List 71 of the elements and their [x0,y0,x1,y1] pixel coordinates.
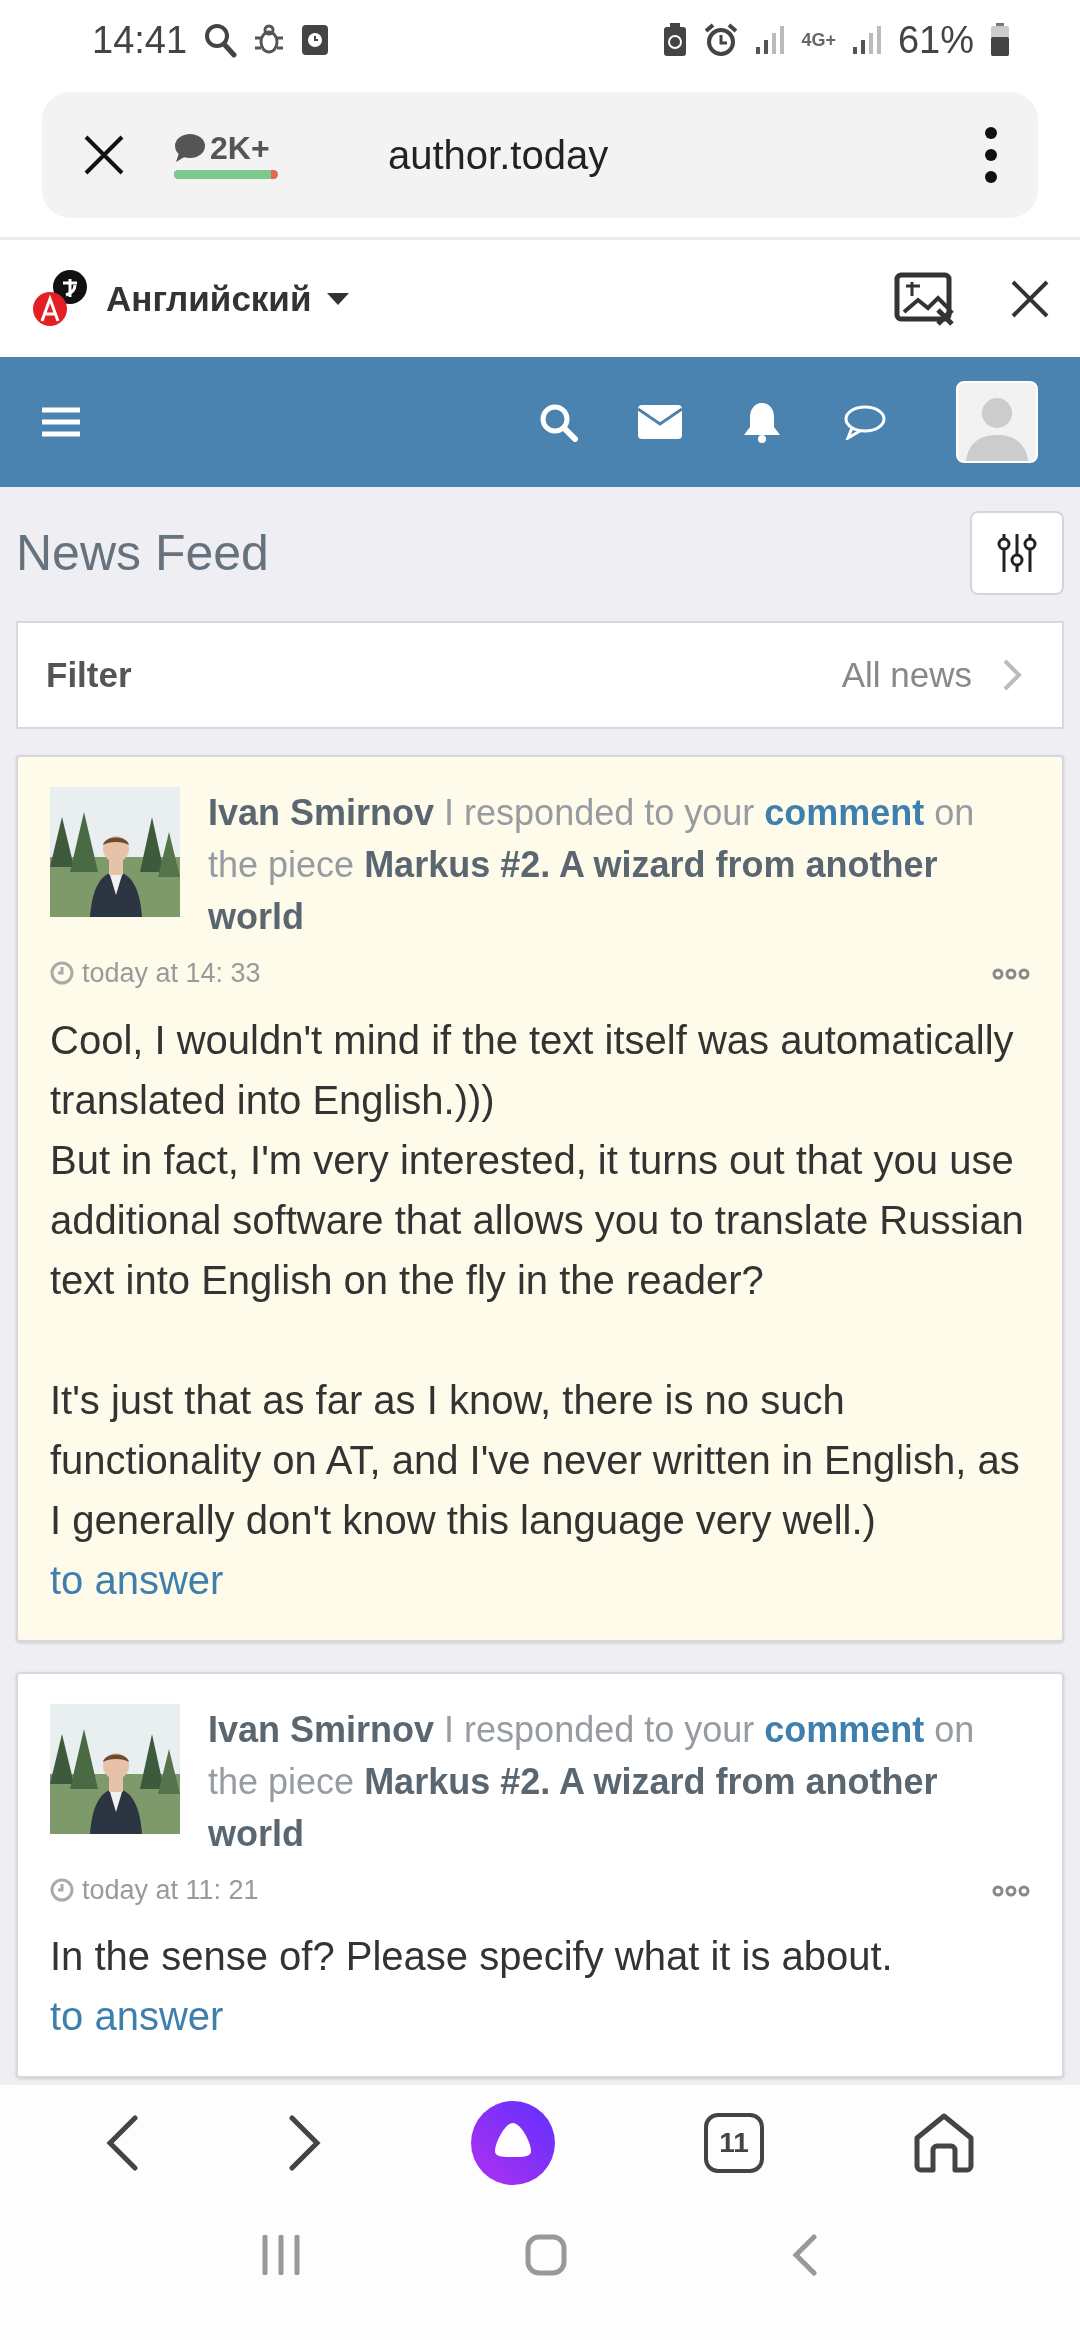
close-button[interactable] [1010,278,1050,319]
chat-bubble-icon [842,404,886,440]
network-type: 4G+ [801,28,836,52]
close-icon [82,133,126,177]
page-title: News Feed [16,523,269,583]
envelope-icon [638,405,682,439]
chevron-right-icon [1002,658,1022,692]
image-translate-off-icon [894,271,956,326]
menu-icon [42,407,80,437]
kebab-icon [984,126,998,184]
comment-link[interactable]: comment [764,792,925,833]
search-button[interactable] [538,402,578,442]
caret-icon [327,292,350,305]
signal-icon [851,25,882,55]
sliders-icon [997,532,1037,574]
clock-app-icon [301,24,330,56]
comment-link[interactable]: comment [764,1708,925,1750]
post-time: today at 14: 33 [82,957,261,990]
assistant-button[interactable] [470,2100,555,2185]
post-time: today at 11: 21 [82,1873,259,1907]
search-icon [538,402,578,442]
close-icon [1010,278,1050,319]
home-square-icon [525,2234,567,2276]
assistant-icon [470,2100,555,2185]
comments-badge[interactable]: 2K+ [174,131,278,179]
signal-icon [755,25,786,55]
reply-link[interactable]: to answer [50,1557,224,1602]
more-button[interactable] [992,1884,1030,1897]
close-button[interactable] [82,133,126,177]
settings-button[interactable] [970,511,1064,595]
more-button[interactable] [992,968,1030,980]
home-button[interactable] [913,2111,976,2174]
chat-bubble-icon [174,132,206,163]
forward-button[interactable] [287,2114,322,2171]
reply-link[interactable]: to answer [50,1994,224,2038]
home-icon [913,2111,976,2174]
battery-icon [990,23,1010,57]
chevron-left-icon [104,2114,139,2171]
filter-value: All news [841,653,972,696]
bug-icon [253,24,286,56]
chat-button[interactable] [842,404,886,440]
translate-icon [30,268,90,329]
language-dropdown[interactable]: Английский [106,277,350,320]
notifications-button[interactable] [742,401,782,443]
battery-saver-icon [663,23,688,57]
filter-label: Filter [46,653,132,696]
image-translate-off-button[interactable] [894,271,956,326]
battery-percent: 61% [897,17,974,63]
status-time: 14:41 [92,17,188,63]
ellipsis-icon [992,1884,1030,1897]
alarm-icon [703,23,740,57]
more-options-button[interactable] [984,126,998,184]
url-text[interactable]: author.today [388,125,609,185]
recent-apps-button[interactable] [262,2235,301,2275]
ellipsis-icon [992,968,1030,980]
post-headline: Ivan Smirnov I responded to your comment on the piece Markus #2. A wizard from another world [208,791,976,939]
bell-icon [742,401,782,443]
messages-button[interactable] [638,405,682,439]
search-icon [203,22,238,58]
back-button[interactable] [104,2114,139,2171]
post-text: In the sense of? Please specify what it is about. [50,1933,894,1980]
post-text: Cool, I wouldn't mind if the text itself was automatically translated into English.))) But in fact, I'm very interested, it turns out that you use additional software that allows you to translate Russian text into English on the fly in the reader? It's just that as far as I know, there is no such functionality on AT, and I've never written in English, as I generally don't know this language very well.) [50,1016,1025,1544]
filter-row[interactable]: Filter All news [16,621,1064,729]
chevron-right-icon [287,2114,322,2171]
menu-button[interactable] [42,407,80,437]
back-icon [791,2234,818,2276]
post-headline: Ivan Smirnov I responded to your comment on the piece Markus #2. A wizard from another world [208,1707,976,1856]
clock-icon [50,1877,74,1902]
tabs-button[interactable]: 11 [704,2112,765,2173]
recents-icon [262,2235,301,2275]
clock-icon [50,961,74,986]
